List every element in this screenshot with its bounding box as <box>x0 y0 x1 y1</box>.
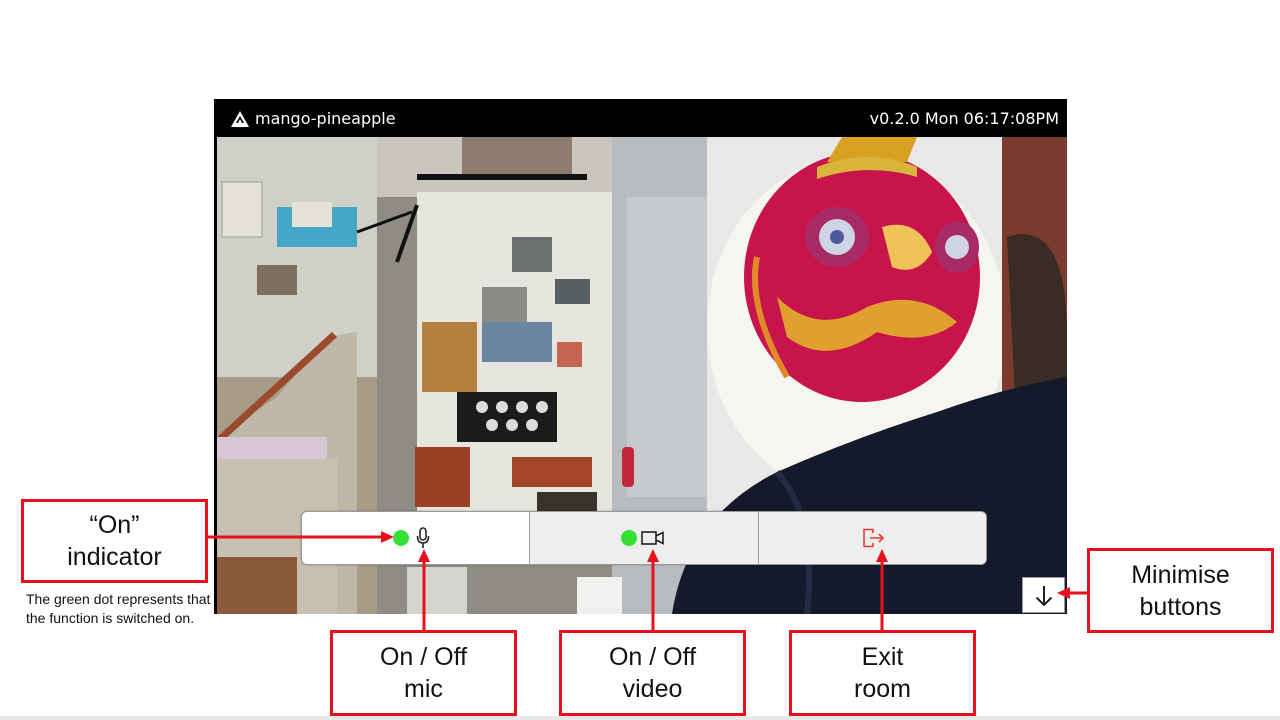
annotation-arrows <box>208 531 1087 630</box>
